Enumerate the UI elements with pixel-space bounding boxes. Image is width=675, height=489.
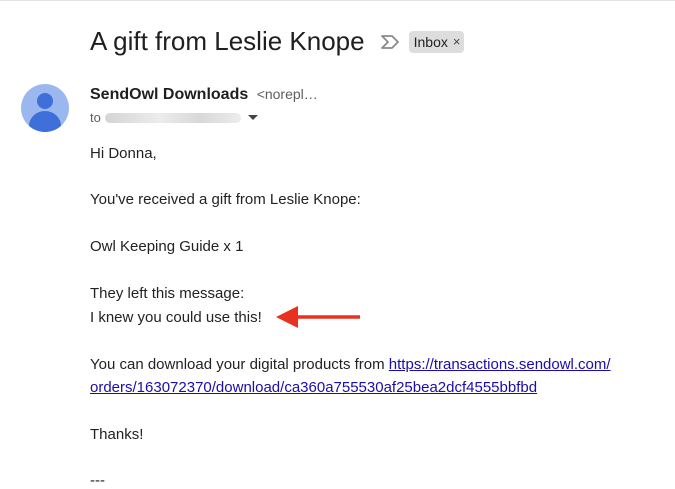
inbox-label-text: Inbox [413,33,448,50]
to-label: to [90,110,101,125]
signature-separator: --- [90,472,105,489]
greeting: Hi Donna, [90,145,157,162]
sender-name[interactable]: SendOwl Downloads [90,86,248,103]
sender-avatar[interactable] [21,84,69,132]
sender-email: <norepl… [256,86,318,102]
avatar-body [29,111,61,132]
email-subject: A gift from Leslie Knope [90,26,365,56]
redacted-recipient [104,112,241,123]
download-link-part2[interactable]: orders/163072370/download/ca360a755530af… [90,379,537,396]
download-line: You can download your digital products f… [90,356,611,373]
show-details-dropdown-icon[interactable] [247,115,258,120]
message-intro: They left this message: [90,285,245,302]
download-text: You can download your digital products f… [90,356,385,373]
sender-row: SendOwl Downloads <norepl… [90,86,318,104]
download-link-line: orders/163072370/download/ca360a755530af… [90,379,537,396]
avatar-head [37,93,53,109]
gift-message: I knew you could use this! [90,309,262,326]
inbox-label-chip[interactable]: Inbox × [408,30,465,53]
recipient-row: to [90,110,258,125]
item-line: Owl Keeping Guide x 1 [90,238,244,255]
subject-row: A gift from Leslie Knope Inbox × [90,26,465,57]
download-link-part1[interactable]: https://transactions.sendowl.com/ [389,356,611,373]
thanks-line: Thanks! [90,426,144,443]
annotation-arrow-icon [276,306,360,328]
top-divider [0,0,675,1]
importance-marker-icon[interactable] [379,33,401,51]
gift-line: You've received a gift from Leslie Knope… [90,191,361,208]
remove-label-icon[interactable]: × [453,33,461,51]
